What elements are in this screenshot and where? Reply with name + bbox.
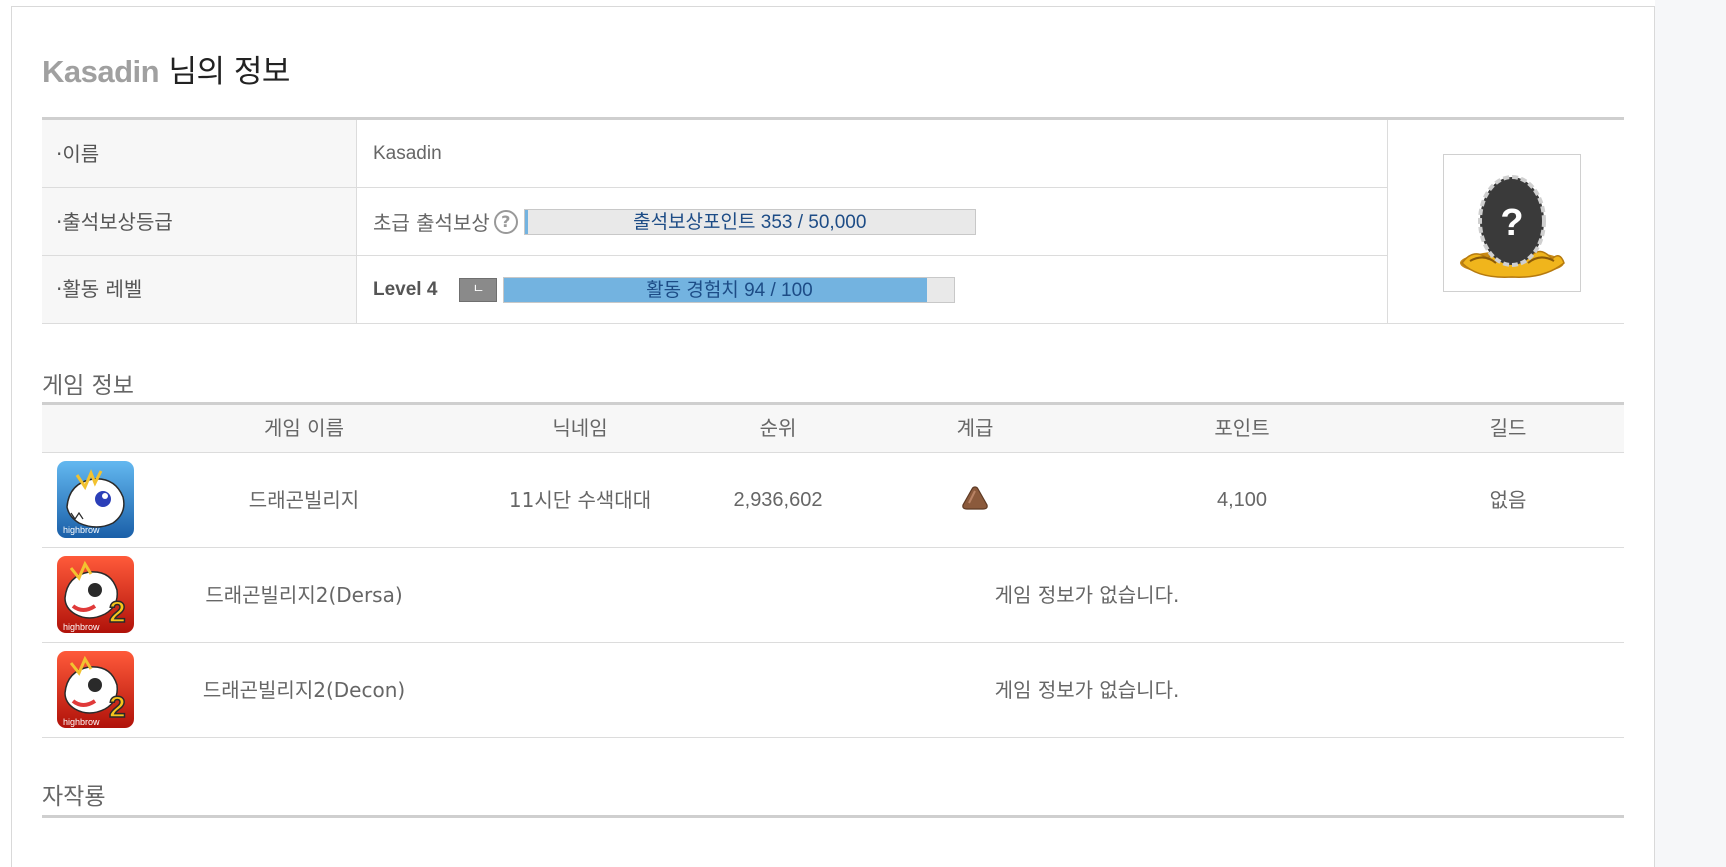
- game-name[interactable]: 드래곤빌리지2(Dersa): [205, 548, 402, 642]
- attendance-progress-bar: 출석보상포인트 353 / 50,000: [523, 208, 976, 235]
- name-value: Kasadin: [373, 120, 442, 187]
- col-game-name: 게임 이름: [264, 416, 344, 440]
- title-nickname: Kasadin: [42, 54, 160, 89]
- attendance-progress-text: 출석보상포인트 353 / 50,000: [633, 211, 867, 233]
- game-rank: 2,936,602: [733, 489, 823, 511]
- attendance-value: 초급 출석보상 ? 출석보상포인트 353 / 50,000: [373, 188, 976, 255]
- profile-table: ·이름 Kasadin ·출석보상등급 초급 출석보상 ? 출석보상포인트 35…: [42, 117, 1624, 324]
- svg-text:highbrow: highbrow: [63, 622, 100, 632]
- col-grade: 계급: [956, 416, 994, 440]
- bronze-triangle-icon: [962, 486, 988, 510]
- name-label: ·이름: [42, 120, 357, 187]
- svg-text:highbrow: highbrow: [63, 717, 100, 727]
- activity-value: Level 4 ㄴ 활동 경험치 94 / 100: [373, 256, 956, 323]
- svg-text:?: ?: [1500, 202, 1523, 244]
- profile-row-activity: ·활동 레벨 Level 4 ㄴ 활동 경험치 94 / 100: [42, 256, 1387, 323]
- table-row: 2 highbrow 드래곤빌리지2(Decon) 게임 정보가 없습니다.: [42, 643, 1624, 738]
- svg-text:highbrow: highbrow: [63, 525, 100, 535]
- profile-photo-cell: ?: [1387, 120, 1624, 323]
- level-badge-icon: ㄴ: [459, 277, 498, 302]
- egg-placeholder-icon: ?: [1460, 175, 1565, 278]
- game-info-title: 게임 정보: [42, 373, 134, 399]
- dragon-village-2-icon[interactable]: 2 highbrow: [57, 556, 134, 633]
- works-divider: [42, 815, 1624, 818]
- no-game-info: 게임 정보가 없습니다.: [994, 583, 1180, 607]
- attendance-label: ·출석보상등급: [42, 188, 357, 255]
- activity-progress-text: 활동 경험치 94 / 100: [646, 279, 813, 301]
- game-points: 4,100: [1216, 489, 1268, 511]
- col-guild: 길드: [1489, 416, 1527, 440]
- game-info-table: 게임 이름 닉네임 순위 계급 포인트 길드 highbrow 드래곤빌리지 1…: [42, 402, 1624, 738]
- activity-progress-bar: 활동 경험치 94 / 100: [503, 276, 956, 303]
- svg-text:2: 2: [109, 691, 126, 724]
- table-row: highbrow 드래곤빌리지 11시단 수색대대 2,936,602 4,10…: [42, 453, 1624, 548]
- no-game-info: 게임 정보가 없습니다.: [994, 678, 1180, 702]
- game-name[interactable]: 드래곤빌리지2(Decon): [203, 643, 405, 737]
- game-guild: 없음: [1489, 488, 1527, 512]
- profile-photo: ?: [1443, 154, 1581, 292]
- col-points: 포인트: [1214, 416, 1270, 440]
- dragon-village-icon[interactable]: highbrow: [57, 461, 134, 538]
- game-name[interactable]: 드래곤빌리지: [249, 453, 359, 547]
- attendance-progress-fill: [524, 209, 528, 234]
- col-nickname: 닉네임: [552, 416, 608, 440]
- works-section-title: 자작룡: [42, 784, 106, 810]
- activity-label: ·활동 레벨: [42, 256, 357, 323]
- profile-row-attendance: ·출석보상등급 초급 출석보상 ? 출석보상포인트 353 / 50,000: [42, 188, 1387, 256]
- svg-text:2: 2: [109, 596, 126, 629]
- activity-level: Level 4: [373, 278, 438, 300]
- game-nickname: 11시단 수색대대: [508, 488, 652, 512]
- dragon-village-2-icon[interactable]: 2 highbrow: [57, 651, 134, 728]
- game-table-header: 게임 이름 닉네임 순위 계급 포인트 길드: [42, 405, 1624, 453]
- help-icon[interactable]: ?: [493, 209, 518, 234]
- attendance-grade: 초급 출석보상: [373, 211, 490, 235]
- table-row: 2 highbrow 드래곤빌리지2(Dersa) 게임 정보가 없습니다.: [42, 548, 1624, 643]
- page-title: Kasadin 님의 정보: [42, 46, 290, 91]
- page-background-gutter: [1655, 0, 1726, 867]
- profile-row-name: ·이름 Kasadin: [42, 120, 1387, 188]
- col-rank: 순위: [759, 416, 797, 440]
- name-value-text: Kasadin: [373, 142, 442, 164]
- title-suffix: 님의 정보: [159, 54, 290, 90]
